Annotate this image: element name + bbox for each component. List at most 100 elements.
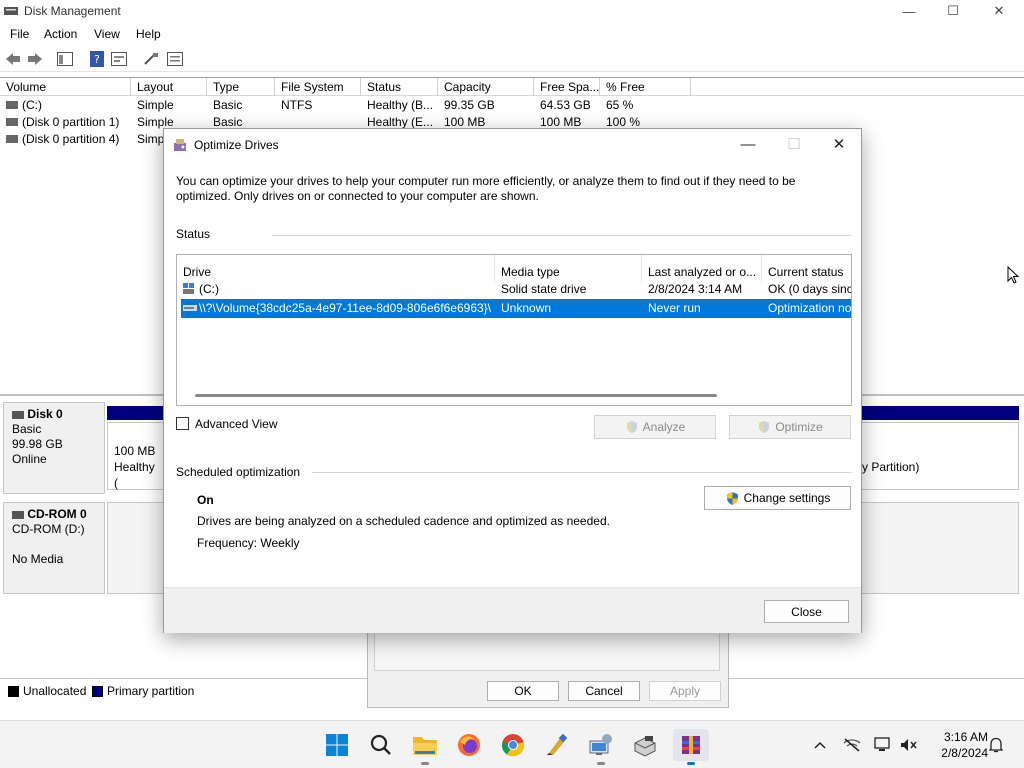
ok-button[interactable]: OK bbox=[487, 681, 559, 701]
legend-primary: Primary partition bbox=[107, 684, 195, 698]
drive-last: 2/8/2024 3:14 AM bbox=[648, 282, 743, 296]
optimize-maximize-button[interactable]: ☐ bbox=[771, 129, 817, 159]
mouse-cursor-icon bbox=[1007, 266, 1019, 284]
col-current-status[interactable]: Current status bbox=[762, 255, 851, 283]
menu-action[interactable]: Action bbox=[44, 27, 77, 41]
optimize-drives-icon bbox=[174, 139, 186, 151]
help-icon[interactable]: ? bbox=[88, 50, 106, 68]
disk0-state: Online bbox=[12, 452, 47, 466]
menu-file[interactable]: File bbox=[10, 27, 29, 41]
taskbar: 3:16 AM 2/8/2024 bbox=[0, 720, 1024, 768]
firefox-icon[interactable] bbox=[453, 729, 485, 761]
change-settings-button[interactable]: Change settings bbox=[704, 486, 851, 510]
advanced-view-checkbox[interactable] bbox=[176, 417, 189, 430]
forward-arrow-icon[interactable] bbox=[26, 50, 44, 68]
paint-icon[interactable] bbox=[541, 729, 573, 761]
disk-management-icon bbox=[4, 7, 18, 15]
col-percent-free[interactable]: % Free bbox=[600, 78, 691, 96]
winrar-icon[interactable] bbox=[673, 729, 709, 765]
optimize-footer: Close bbox=[164, 587, 861, 633]
properties-content-box bbox=[374, 631, 720, 671]
drive-name: \\?\Volume{38cdc25a-4e97-11ee-8d09-806e6… bbox=[199, 301, 492, 315]
show-hide-console-tree-icon[interactable] bbox=[56, 50, 74, 68]
col-volume[interactable]: Volume bbox=[0, 78, 131, 96]
volume-icon bbox=[6, 135, 18, 143]
col-type[interactable]: Type bbox=[207, 78, 275, 96]
chevron-up-icon[interactable] bbox=[810, 735, 830, 755]
disk-tool-icon[interactable] bbox=[629, 729, 661, 761]
volume-icon bbox=[6, 118, 18, 126]
menu-view[interactable]: View bbox=[94, 27, 120, 41]
drive-row-selected[interactable]: \\?\Volume{38cdc25a-4e97-11ee-8d09-806e6… bbox=[181, 299, 851, 318]
search-icon[interactable] bbox=[365, 729, 397, 761]
connect-icon[interactable] bbox=[142, 50, 160, 68]
svg-text:?: ? bbox=[94, 53, 100, 66]
back-arrow-icon[interactable] bbox=[4, 50, 22, 68]
volume-muted-icon[interactable] bbox=[899, 735, 919, 755]
dm-minimize-button[interactable]: — bbox=[886, 0, 932, 22]
col-file-system[interactable]: File System bbox=[275, 78, 361, 96]
volume-name: (Disk 0 partition 1) bbox=[22, 115, 120, 129]
analyze-button[interactable]: Analyze bbox=[594, 415, 716, 439]
cdrom0-label[interactable]: CD-ROM 0 CD-ROM (D:) No Media bbox=[3, 502, 105, 594]
properties-dialog: OK Cancel Apply bbox=[367, 630, 729, 708]
schedule-description: Drives are being analyzed on a scheduled… bbox=[197, 514, 610, 528]
col-drive[interactable]: Drive bbox=[177, 255, 495, 283]
volume-type: Basic bbox=[213, 98, 243, 112]
horizontal-scrollbar[interactable] bbox=[195, 394, 717, 397]
cdrom0-media: No Media bbox=[12, 552, 64, 566]
notification-bell-icon[interactable] bbox=[986, 735, 1006, 755]
volume-name: (Disk 0 partition 4) bbox=[22, 132, 120, 146]
partition4-status: y Partition) bbox=[862, 460, 920, 474]
optimize-close-x-button[interactable]: ✕ bbox=[816, 129, 862, 159]
menu-help[interactable]: Help bbox=[136, 27, 161, 41]
col-status[interactable]: Status bbox=[361, 78, 438, 96]
cdrom0-name: CD-ROM 0 bbox=[27, 507, 87, 521]
optimize-minimize-button[interactable]: — bbox=[725, 129, 771, 159]
network-disconnected-icon[interactable] bbox=[842, 735, 862, 755]
volume-layout: Simple bbox=[137, 115, 174, 129]
volume-type: Basic bbox=[213, 115, 243, 129]
dm-close-button[interactable]: ✕ bbox=[976, 0, 1022, 22]
system-clock[interactable]: 3:16 AM 2/8/2024 bbox=[926, 729, 988, 761]
legend-unallocated-swatch bbox=[8, 686, 19, 697]
optimize-title: Optimize Drives bbox=[194, 138, 279, 152]
network-icon[interactable] bbox=[873, 735, 893, 755]
volume-layout: Simple bbox=[137, 98, 174, 112]
properties-icon[interactable] bbox=[110, 50, 128, 68]
settings-list-icon[interactable] bbox=[166, 50, 184, 68]
control-panel-icon[interactable] bbox=[585, 729, 617, 765]
windows-start-icon[interactable] bbox=[321, 729, 353, 761]
col-layout[interactable]: Layout bbox=[131, 78, 207, 96]
disk0-partition1[interactable]: 100 MB Healthy ( bbox=[107, 422, 167, 490]
close-button[interactable]: Close bbox=[764, 600, 849, 623]
volume-row[interactable]: (C:) Simple Basic NTFS Healthy (B... 99.… bbox=[0, 97, 1024, 114]
file-explorer-icon[interactable] bbox=[409, 729, 441, 765]
volume-layout: Simp bbox=[137, 132, 165, 146]
drive-name: (C:) bbox=[199, 282, 219, 296]
col-free-space[interactable]: Free Spa... bbox=[534, 78, 600, 96]
optimize-button[interactable]: Optimize bbox=[729, 415, 851, 439]
change-settings-label: Change settings bbox=[743, 491, 831, 505]
apply-button[interactable]: Apply bbox=[649, 681, 721, 701]
disk0-partition4[interactable]: y Partition) bbox=[855, 422, 1019, 490]
chrome-icon[interactable] bbox=[497, 729, 529, 761]
optimize-description: You can optimize your drives to help you… bbox=[176, 174, 796, 203]
volume-list-header: Volume Layout Type File System Status Ca… bbox=[0, 78, 1024, 96]
volume-pct: 100 % bbox=[606, 115, 641, 129]
schedule-state: On bbox=[197, 493, 214, 507]
drive-row[interactable]: (C:) Solid state drive 2/8/2024 3:14 AM … bbox=[181, 280, 851, 299]
volume-capacity: 100 MB bbox=[444, 115, 486, 129]
volume-capacity: 99.35 GB bbox=[444, 98, 495, 112]
volume-fs: NTFS bbox=[281, 98, 313, 112]
dm-maximize-button[interactable]: ☐ bbox=[930, 0, 976, 22]
col-capacity[interactable]: Capacity bbox=[438, 78, 534, 96]
cancel-button[interactable]: Cancel bbox=[568, 681, 640, 701]
volume-free: 64.53 GB bbox=[540, 98, 591, 112]
col-last-analyzed[interactable]: Last analyzed or o... bbox=[642, 255, 762, 283]
drive-status: Optimization not available bbox=[768, 301, 851, 315]
col-media-type[interactable]: Media type bbox=[495, 255, 642, 283]
shield-icon bbox=[726, 491, 738, 505]
volume-pct: 65 % bbox=[606, 98, 634, 112]
disk0-label[interactable]: Disk 0 Basic 99.98 GB Online bbox=[3, 402, 105, 494]
